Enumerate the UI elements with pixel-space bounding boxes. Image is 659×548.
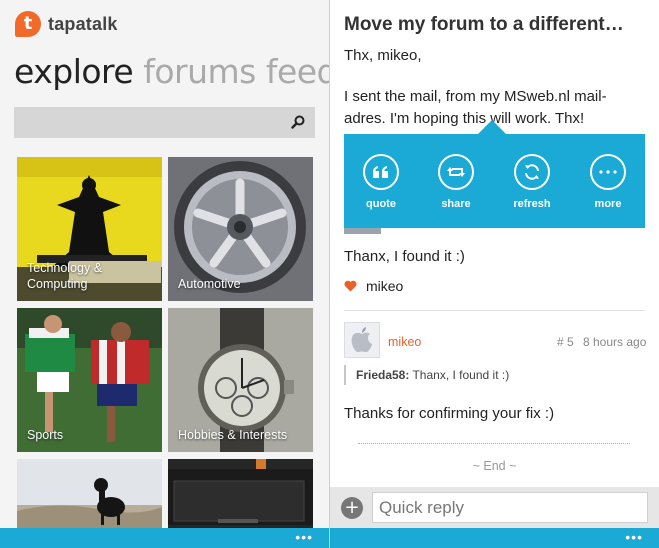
- app-brand: t tapatalk: [15, 10, 118, 38]
- post-timestamp: 8 hours ago: [583, 335, 647, 349]
- quote-button[interactable]: quote: [351, 154, 411, 210]
- explore-panel: t tapatalk explore forums feed Technology …: [0, 0, 329, 548]
- popup-arrow: [478, 120, 506, 134]
- category-tile-sports[interactable]: Sports: [17, 308, 162, 452]
- heart-icon: [344, 280, 357, 292]
- search-input[interactable]: [14, 107, 315, 138]
- like-row[interactable]: mikeo: [344, 278, 403, 294]
- category-label: Automotive: [178, 277, 241, 291]
- category-label: Sports: [27, 428, 64, 442]
- retweet-icon[interactable]: [438, 154, 474, 190]
- quote-label: quote: [366, 198, 396, 210]
- tab-explore[interactable]: explore: [14, 52, 134, 91]
- quoted-text: Frieda58: Thanx, I found it :): [344, 365, 544, 385]
- tab-forums[interactable]: forums: [143, 52, 256, 91]
- category-tile-automotive[interactable]: Automotive: [168, 157, 313, 301]
- category-label: Technology & Computing: [27, 261, 103, 291]
- post-body: Thanx, I found it :): [344, 248, 465, 265]
- quote-content: Thanx, I found it :): [409, 368, 510, 382]
- category-tile-technology[interactable]: Technology & Computing: [17, 157, 162, 301]
- quote-icon[interactable]: [363, 154, 399, 190]
- more-options-icon[interactable]: •••: [625, 530, 643, 544]
- apple-logo-icon: [351, 327, 372, 353]
- more-button[interactable]: more: [578, 154, 638, 210]
- pets-image: [17, 459, 162, 529]
- category-tile-hobbies[interactable]: Hobbies & Interests: [168, 308, 313, 452]
- post-body: Thanks for confirming your fix :): [344, 405, 555, 422]
- post-greeting: Thx, mikeo,: [344, 47, 422, 64]
- quick-reply-input[interactable]: [372, 492, 648, 523]
- quick-reply-bar: +: [330, 487, 659, 528]
- avatar[interactable]: [344, 322, 380, 358]
- tab-feed[interactable]: feed: [266, 52, 329, 91]
- app-bar-right: •••: [330, 528, 659, 548]
- avatar[interactable]: [344, 228, 381, 234]
- app-bar-left: •••: [0, 528, 329, 548]
- category-tile-electronics[interactable]: [168, 459, 313, 529]
- post-author[interactable]: mikeo: [388, 335, 421, 349]
- category-label: Hobbies & Interests: [178, 428, 288, 442]
- post-action-menu: quote share refresh more: [344, 134, 645, 228]
- search-icon[interactable]: [291, 115, 305, 129]
- post-separator: [344, 310, 645, 311]
- app-name: tapatalk: [48, 13, 118, 34]
- end-separator: [358, 443, 630, 444]
- share-label: share: [441, 198, 471, 210]
- electronics-image: [168, 459, 313, 529]
- thread-panel: Move my forum to a different… Thx, mikeo…: [330, 0, 659, 548]
- refresh-icon[interactable]: [514, 154, 550, 190]
- share-button[interactable]: share: [426, 154, 486, 210]
- liked-by-user[interactable]: mikeo: [366, 278, 403, 294]
- more-options-icon[interactable]: •••: [295, 530, 313, 544]
- thread-title: Move my forum to a different…: [344, 14, 624, 35]
- pivot-header: explore forums feed: [14, 52, 329, 91]
- more-icon[interactable]: [590, 154, 626, 190]
- quote-author: Frieda58:: [356, 368, 410, 382]
- add-attachment-button[interactable]: +: [341, 497, 363, 519]
- category-tile-pets[interactable]: [17, 459, 162, 529]
- refresh-button[interactable]: refresh: [502, 154, 562, 210]
- post-number: # 5: [557, 335, 574, 349]
- more-label: more: [594, 198, 622, 210]
- end-of-thread-label: ~ End ~: [472, 459, 517, 473]
- refresh-label: refresh: [513, 198, 551, 210]
- tapatalk-logo-icon: t: [15, 11, 41, 37]
